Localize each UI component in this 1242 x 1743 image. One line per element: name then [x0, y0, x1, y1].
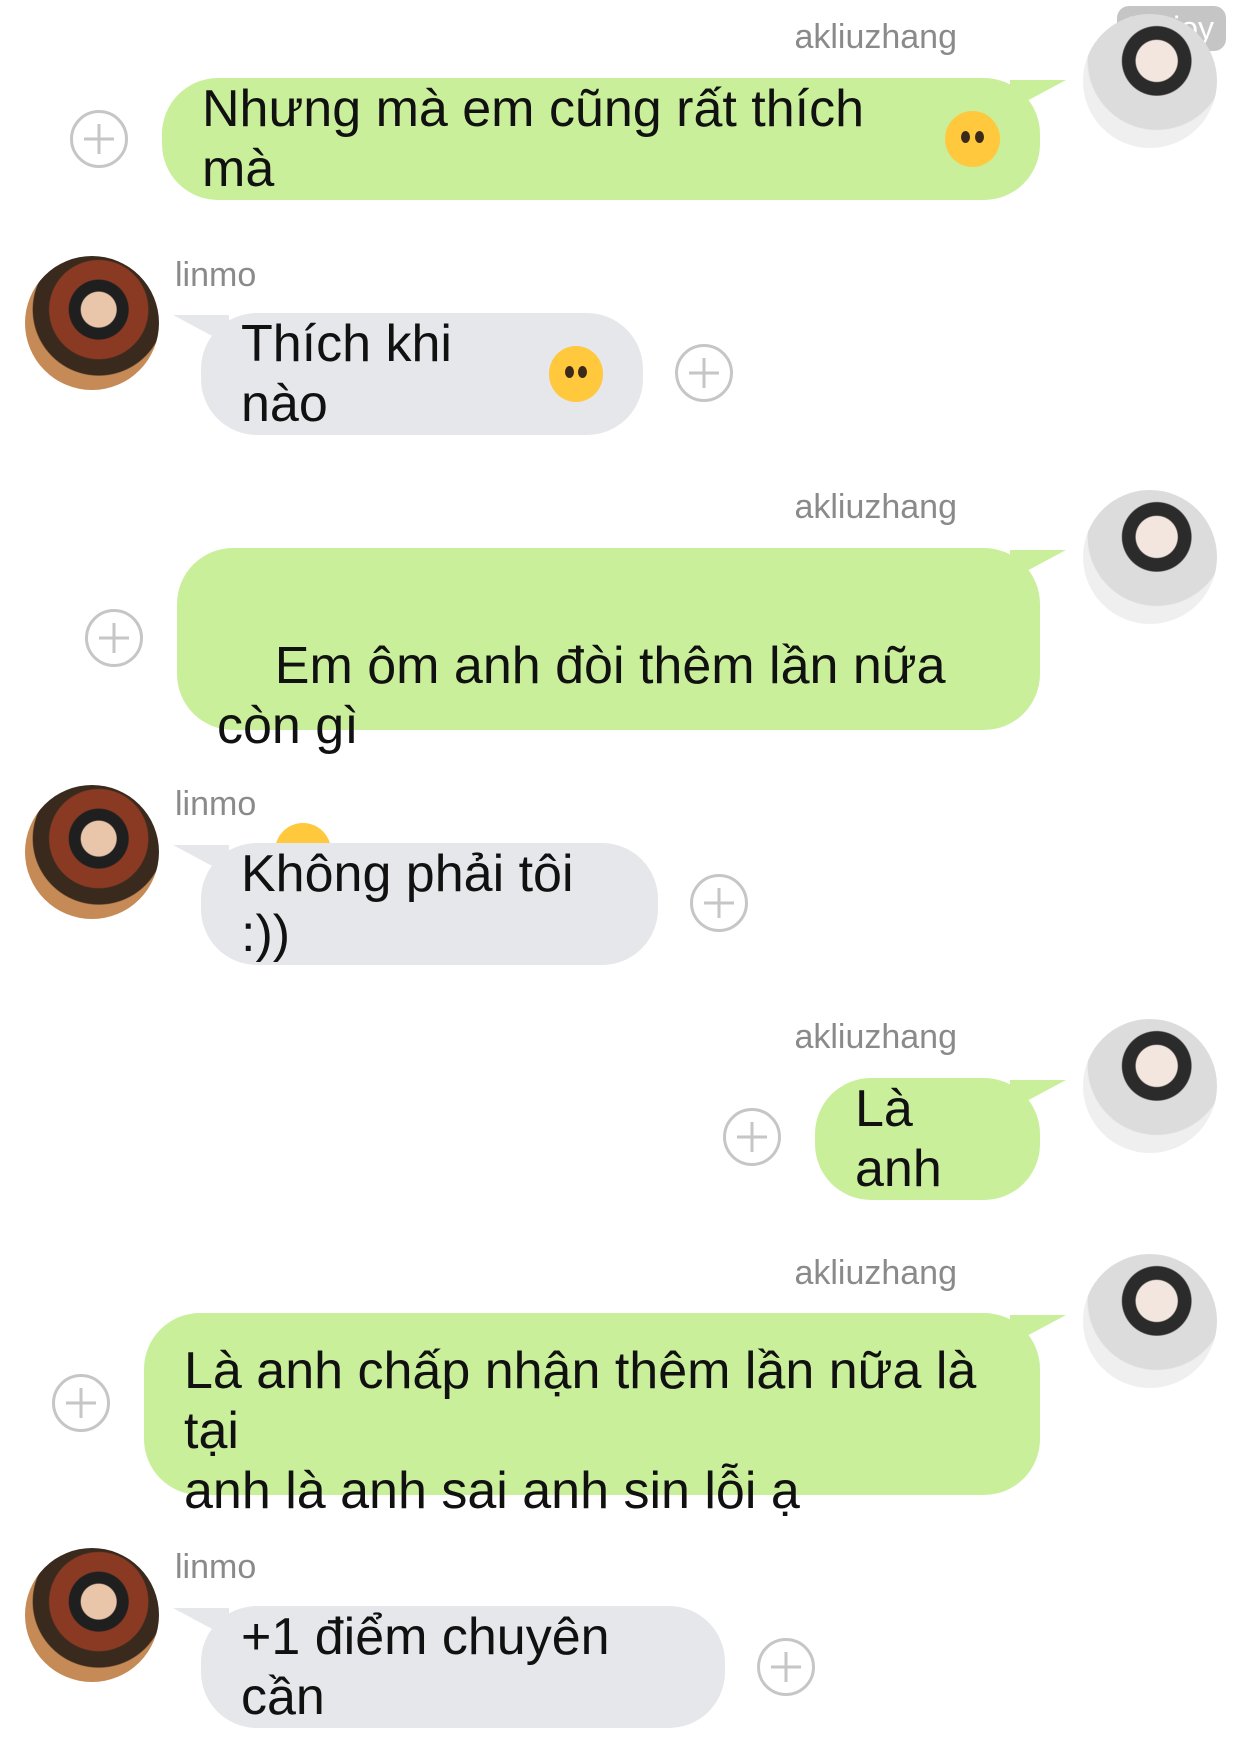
message-bubble[interactable]: Là anh	[815, 1078, 1040, 1200]
sender-name: akliuzhang	[794, 488, 957, 526]
add-reaction-icon[interactable]	[675, 344, 733, 402]
sender-name: linmo	[175, 1548, 257, 1586]
avatar[interactable]	[25, 256, 159, 390]
avatar[interactable]	[1083, 14, 1217, 148]
sender-name: linmo	[175, 785, 257, 823]
add-reaction-icon[interactable]	[757, 1638, 815, 1696]
bubble-tail	[173, 1608, 229, 1638]
avatar[interactable]	[1083, 490, 1217, 624]
avatar[interactable]	[25, 785, 159, 919]
message-bubble[interactable]: Thích khi nào	[201, 313, 643, 435]
sender-name: akliuzhang	[794, 18, 957, 56]
message-text: Là anh	[855, 1080, 942, 1198]
bubble-tail	[1010, 80, 1066, 110]
avatar[interactable]	[1083, 1019, 1217, 1153]
message-bubble[interactable]: Là anh chấp nhận thêm lần nữa là tại anh…	[144, 1313, 1040, 1520]
message-bubble[interactable]: +1 điểm chuyên cần	[201, 1606, 725, 1728]
message-text: Là anh chấp nhận thêm lần nữa là tại anh…	[184, 1342, 977, 1520]
message-bubble[interactable]: Nhưng mà em cũng rất thích mà	[162, 78, 1040, 200]
message-text: Em ôm anh đòi thêm lần nữa còn gì	[217, 637, 960, 755]
add-reaction-icon[interactable]	[70, 110, 128, 168]
message-bubble[interactable]: Em ôm anh đòi thêm lần nữa còn gì	[177, 548, 1040, 880]
bubble-tail	[1010, 550, 1066, 580]
pleading-face-emoji-icon	[945, 111, 1000, 167]
add-reaction-icon[interactable]	[85, 609, 143, 667]
message-bubble[interactable]: Không phải tôi :))	[201, 843, 658, 965]
add-reaction-icon[interactable]	[52, 1374, 110, 1432]
bubble-tail	[173, 315, 229, 345]
avatar[interactable]	[1083, 1254, 1217, 1388]
message-text: +1 điểm chuyên cần	[241, 1608, 625, 1726]
add-reaction-icon[interactable]	[723, 1108, 781, 1166]
slightly-smiling-face-emoji-icon	[548, 346, 603, 402]
message-text: Thích khi nào	[241, 315, 467, 433]
avatar[interactable]	[25, 1548, 159, 1682]
sender-name: linmo	[175, 256, 257, 294]
sender-name: akliuzhang	[794, 1254, 957, 1292]
add-reaction-icon[interactable]	[690, 874, 748, 932]
bubble-tail	[1010, 1080, 1066, 1110]
message-text: Nhưng mà em cũng rất thích mà	[202, 80, 879, 198]
bubble-tail	[173, 845, 229, 875]
message-text: Không phải tôi :))	[241, 845, 588, 963]
bubble-tail	[1010, 1315, 1066, 1345]
sender-name: akliuzhang	[794, 1018, 957, 1056]
